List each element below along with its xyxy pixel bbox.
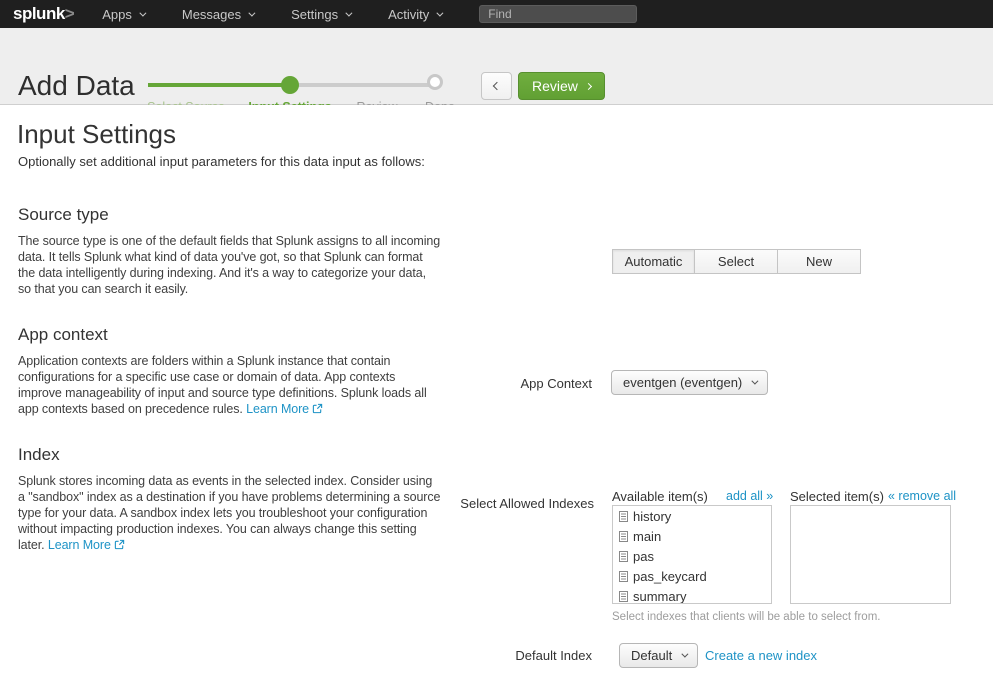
splunk-logo[interactable]: splunk>: [13, 4, 74, 24]
default-index-dropdown[interactable]: Default: [619, 643, 698, 668]
back-button[interactable]: [481, 72, 512, 100]
app-context-dropdown-value: eventgen (eventgen): [623, 375, 742, 390]
chevron-down-icon: [437, 9, 444, 16]
nav-item-label: Apps: [102, 7, 132, 22]
external-link-icon: [312, 402, 323, 418]
app-context-dropdown[interactable]: eventgen (eventgen): [611, 370, 768, 395]
find-search-input[interactable]: [479, 5, 637, 23]
app-context-learn-more-link[interactable]: Learn More: [246, 402, 309, 416]
main-content: Input Settings Optionally set additional…: [0, 105, 993, 689]
nav-item-messages[interactable]: Messages: [182, 7, 253, 22]
list-item-summary[interactable]: summary: [613, 586, 771, 604]
index-list-icon: [619, 571, 628, 582]
chevron-down-icon: [139, 9, 146, 16]
list-item-label: summary: [633, 589, 686, 604]
list-item-label: history: [633, 509, 671, 524]
select-allowed-indexes-label: Select Allowed Indexes: [414, 496, 594, 512]
app-context-field-label: App Context: [412, 376, 592, 392]
nav-item-apps[interactable]: Apps: [102, 7, 144, 22]
source-type-new-button[interactable]: New: [778, 249, 861, 274]
top-navbar: splunk> Apps Messages Settings Activity: [0, 0, 993, 28]
wizard-header: Add Data Select Source Input Settings Re…: [0, 28, 993, 105]
index-list-icon: [619, 531, 628, 542]
review-next-button[interactable]: Review: [518, 72, 605, 100]
logo-text: splunk: [13, 4, 65, 23]
default-index-label: Default Index: [412, 648, 592, 664]
page-title: Add Data: [18, 70, 135, 102]
chevron-down-icon: [345, 9, 352, 16]
source-type-button-group: Automatic Select New: [612, 249, 861, 274]
step-dot-current: [281, 76, 299, 94]
source-type-automatic-button[interactable]: Automatic: [612, 249, 695, 274]
index-heading: Index: [18, 445, 60, 465]
review-button-label: Review: [532, 78, 578, 94]
selected-items-header: Selected item(s): [790, 489, 884, 504]
list-item-pas-keycard[interactable]: pas_keycard: [613, 566, 771, 586]
list-item-label: pas_keycard: [633, 569, 707, 584]
source-type-description: The source type is one of the default fi…: [18, 233, 442, 297]
available-indexes-listbox: history main pas pas_keycard summary: [612, 505, 772, 604]
chevron-down-icon: [682, 651, 689, 658]
progress-bar-complete: [148, 83, 290, 87]
progress-bar-remaining: [290, 83, 438, 87]
source-type-heading: Source type: [18, 205, 109, 225]
default-index-dropdown-value: Default: [631, 648, 672, 663]
index-list-icon: [619, 591, 628, 602]
remove-all-link[interactable]: « remove all: [888, 489, 956, 503]
nav-item-settings[interactable]: Settings: [291, 7, 350, 22]
external-link-icon: [114, 538, 125, 554]
step-dot-done: [427, 74, 443, 90]
index-list-icon: [619, 511, 628, 522]
list-item-main[interactable]: main: [613, 526, 771, 546]
page-subtitle: Optionally set additional input paramete…: [18, 154, 425, 169]
list-item-history[interactable]: history: [613, 506, 771, 526]
nav-item-label: Settings: [291, 7, 338, 22]
app-context-heading: App context: [18, 325, 108, 345]
source-type-select-button[interactable]: Select: [695, 249, 778, 274]
chevron-left-icon: [492, 82, 500, 90]
logo-arrow-icon: >: [65, 4, 74, 23]
app-context-description-text: Application contexts are folders within …: [18, 354, 427, 416]
index-description: Splunk stores incoming data as events in…: [18, 473, 442, 554]
selected-indexes-listbox[interactable]: [790, 505, 951, 604]
chevron-down-icon: [249, 9, 256, 16]
app-context-description: Application contexts are folders within …: [18, 353, 442, 418]
section-page-title: Input Settings: [17, 119, 176, 150]
available-items-header: Available item(s): [612, 489, 708, 504]
nav-item-label: Messages: [182, 7, 241, 22]
indexes-caption: Select indexes that clients will be able…: [612, 611, 880, 623]
create-new-index-link[interactable]: Create a new index: [705, 648, 817, 663]
nav-item-label: Activity: [388, 7, 429, 22]
list-item-label: main: [633, 529, 661, 544]
list-item-label: pas: [633, 549, 654, 564]
index-list-icon: [619, 551, 628, 562]
add-all-link[interactable]: add all »: [726, 489, 773, 503]
list-item-pas[interactable]: pas: [613, 546, 771, 566]
nav-item-activity[interactable]: Activity: [388, 7, 441, 22]
chevron-down-icon: [752, 378, 759, 385]
chevron-right-icon: [585, 82, 592, 89]
nav-menu: Apps Messages Settings Activity: [102, 7, 479, 22]
index-learn-more-link[interactable]: Learn More: [48, 538, 111, 552]
